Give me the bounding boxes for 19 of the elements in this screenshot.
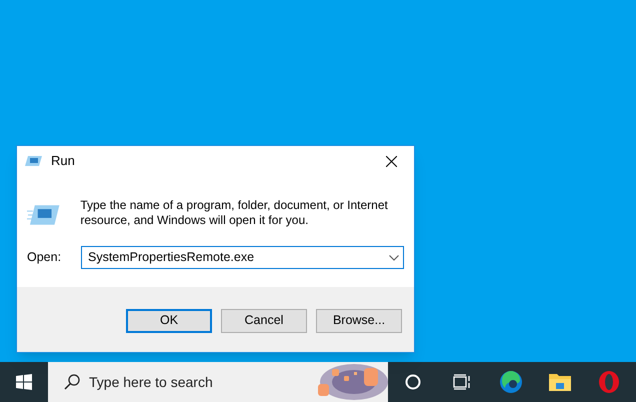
open-combo-field[interactable]: SystemPropertiesRemote.exe [81, 246, 404, 269]
task-view-icon[interactable] [452, 374, 470, 390]
window-title: Run [51, 152, 75, 170]
search-icon [64, 374, 80, 390]
circle-icon[interactable] [404, 374, 420, 390]
dialog-button[interactable]: OK [126, 308, 212, 332]
dialog-button[interactable]: Cancel [221, 308, 307, 332]
dialog-button[interactable]: Browse... [316, 308, 402, 332]
description-text: Type the name of a program, folder, document, or Internet resource, and Windows will open it for you. [80, 198, 389, 228]
open-label: Open: [27, 249, 62, 266]
chevron-down-icon[interactable] [389, 254, 399, 260]
close-icon [386, 156, 396, 166]
ring-logo-icon[interactable] [598, 370, 620, 394]
run-program-icon [27, 203, 60, 227]
search-field[interactable]: Type here to search [48, 362, 388, 402]
run-window-icon [25, 155, 43, 167]
wave-logo-icon[interactable] [498, 370, 522, 394]
windows-logo-icon [16, 374, 32, 390]
folder-icon[interactable] [548, 371, 572, 393]
